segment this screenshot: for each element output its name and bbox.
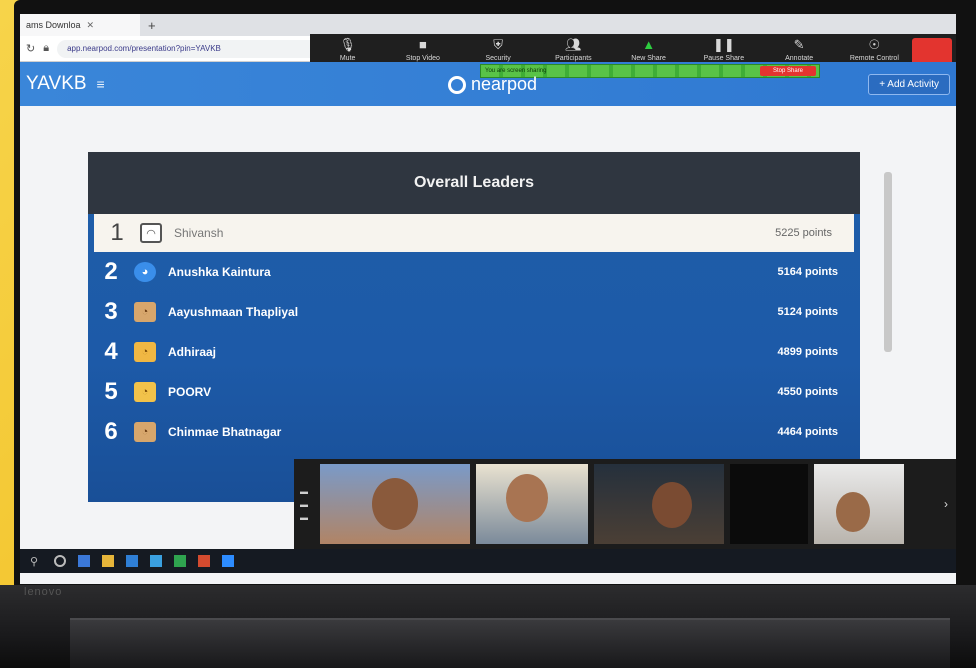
shield-icon: ⛨ — [493, 37, 503, 52]
participant-video-tile[interactable] — [814, 464, 904, 544]
points-value: 4550 points — [777, 386, 838, 398]
participant-video-tile[interactable] — [594, 464, 724, 544]
participants-button[interactable]: 👥︎ Participants — [536, 37, 611, 63]
add-activity-button[interactable]: + Add Activity — [868, 74, 950, 95]
points-value: 4899 points — [777, 346, 838, 358]
annotate-button[interactable]: ✎ Annotate — [762, 37, 837, 63]
mute-button[interactable]: 🎙︎ Mute — [310, 37, 385, 63]
menu-icon[interactable]: ≡ — [97, 76, 105, 92]
security-button[interactable]: ⛨ Security — [461, 37, 536, 63]
student-name: Shivansh — [174, 226, 224, 240]
remote-control-button[interactable]: ☉ Remote Control — [837, 37, 912, 63]
share-screen-icon: ▲ — [642, 37, 656, 52]
security-label: Security — [485, 55, 511, 62]
stop-share-button[interactable]: Stop Share — [760, 66, 816, 76]
rank-number: 5 — [104, 378, 118, 405]
points-value: 5225 points — [775, 227, 832, 239]
rank-number: 3 — [104, 298, 118, 325]
lock-icon: 🔒︎ — [43, 42, 50, 54]
participant-face — [372, 478, 418, 530]
office-icon[interactable] — [198, 555, 210, 567]
participant-video-tile[interactable] — [320, 464, 470, 544]
session-code-text: YAVKB — [26, 73, 87, 94]
participants-icon: 👥︎ — [565, 37, 582, 52]
nearpod-header: YAVKB ≡ You are screen sharing Stop Shar… — [20, 62, 956, 106]
search-icon[interactable]: ⚲ — [30, 555, 42, 568]
student-name: Anushka Kaintura — [168, 265, 271, 279]
browser-tabbar: ams Downloa ✕ + — [20, 14, 956, 36]
store-icon[interactable] — [126, 555, 138, 567]
laptop-brand: lenovo — [24, 586, 63, 598]
avatar-icon: ◠ — [140, 223, 162, 243]
student-name: Aayushmaan Thapliyal — [168, 305, 299, 319]
scrollbar[interactable] — [884, 172, 892, 352]
tab-title: ams Downloa — [26, 20, 81, 30]
points-value: 4464 points — [777, 426, 838, 438]
leaderboard-row: 4 ◔ Adhiraaj 4899 points — [88, 332, 860, 372]
edge-icon[interactable] — [78, 555, 90, 567]
leaderboard-row: 5 ◔ POORV 4550 points — [88, 372, 860, 412]
leaderboard-row: 3 ◔ Aayushmaan Thapliyal 5124 points — [88, 292, 860, 332]
avatar-icon: ◔ — [134, 302, 156, 322]
video-camera-icon: ■ — [418, 37, 427, 52]
tab-close-icon[interactable]: ✕ — [87, 20, 95, 31]
nearpod-logo-icon — [448, 75, 466, 94]
participants-label: Participants — [555, 55, 592, 62]
student-name: POORV — [168, 385, 212, 399]
reload-icon[interactable]: ↻ — [26, 42, 35, 55]
rank-number: 1 — [110, 219, 124, 246]
remote-control-icon: ☉ — [868, 37, 881, 52]
new-share-label: New Share — [631, 55, 666, 62]
nearpod-logo: nearpod — [448, 74, 537, 95]
leaderboard: Overall Leaders 1 ◠ Shivansh 5225 points… — [88, 152, 860, 502]
student-name: Adhiraaj — [168, 345, 217, 359]
chrome-icon[interactable] — [174, 555, 186, 567]
mute-label: Mute — [339, 55, 356, 62]
leaderboard-row: 1 ◠ Shivansh 5225 points — [94, 214, 854, 252]
zoom-icon[interactable] — [222, 555, 234, 567]
cortana-icon[interactable] — [54, 555, 66, 567]
nearpod-logo-text: nearpod — [471, 74, 538, 94]
participant-video-tile[interactable] — [730, 464, 808, 544]
browser-tab[interactable]: ams Downloa ✕ — [20, 14, 140, 36]
remote-control-label: Remote Control — [849, 55, 899, 62]
chevron-right-icon[interactable]: › — [944, 497, 948, 511]
new-share-button[interactable]: ▲ New Share — [611, 37, 686, 63]
stop-video-label: Stop Video — [405, 55, 440, 62]
annotate-label: Annotate — [785, 55, 814, 62]
pause-share-button[interactable]: ❚❚ Pause Share — [686, 37, 761, 63]
rank-number: 6 — [104, 418, 118, 445]
laptop-hinge — [70, 618, 950, 668]
participant-face — [836, 492, 870, 532]
avatar-icon: ◔ — [134, 382, 156, 402]
participant-video-tile[interactable] — [476, 464, 588, 544]
avatar-icon: ◕ — [134, 262, 156, 282]
strip-menu-icon[interactable]: ▬ ▬ ▬ — [300, 487, 314, 522]
rank-number: 4 — [104, 338, 118, 365]
points-value: 5124 points — [777, 306, 838, 318]
leaderboard-row: 6 ◔ Chinmae Bhatnagar 4464 points — [88, 412, 860, 452]
participant-face — [506, 474, 548, 522]
pause-share-label: Pause Share — [703, 55, 745, 62]
avatar-icon: ◔ — [134, 342, 156, 362]
session-code: YAVKB ≡ — [26, 73, 105, 95]
leaderboard-row: 2 ◕ Anushka Kaintura 5164 points — [88, 252, 860, 292]
pencil-icon: ✎ — [793, 37, 805, 52]
leaderboard-title: Overall Leaders — [88, 152, 860, 214]
microphone-icon: 🎙︎ — [339, 37, 356, 52]
video-participants-strip: ▬ ▬ ▬ › — [294, 459, 956, 549]
folder-icon[interactable] — [102, 555, 114, 567]
avatar-icon: ◔ — [134, 422, 156, 442]
points-value: 5164 points — [777, 266, 838, 278]
stop-video-button[interactable]: ■ Stop Video — [385, 37, 460, 63]
url-field[interactable]: app.nearpod.com/presentation?pin=YAVKB — [57, 39, 328, 58]
windows-taskbar: ⚲ — [20, 549, 956, 573]
participant-face — [652, 482, 692, 528]
laptop-screen: ams Downloa ✕ + ↻ 🔒︎ app.nearpod.com/pre… — [20, 14, 956, 584]
pause-icon: ❚❚ — [712, 37, 735, 52]
rank-number: 2 — [104, 258, 118, 285]
new-tab-icon[interactable]: + — [148, 18, 156, 33]
mail-icon[interactable] — [150, 555, 162, 567]
student-name: Chinmae Bhatnagar — [168, 425, 282, 439]
